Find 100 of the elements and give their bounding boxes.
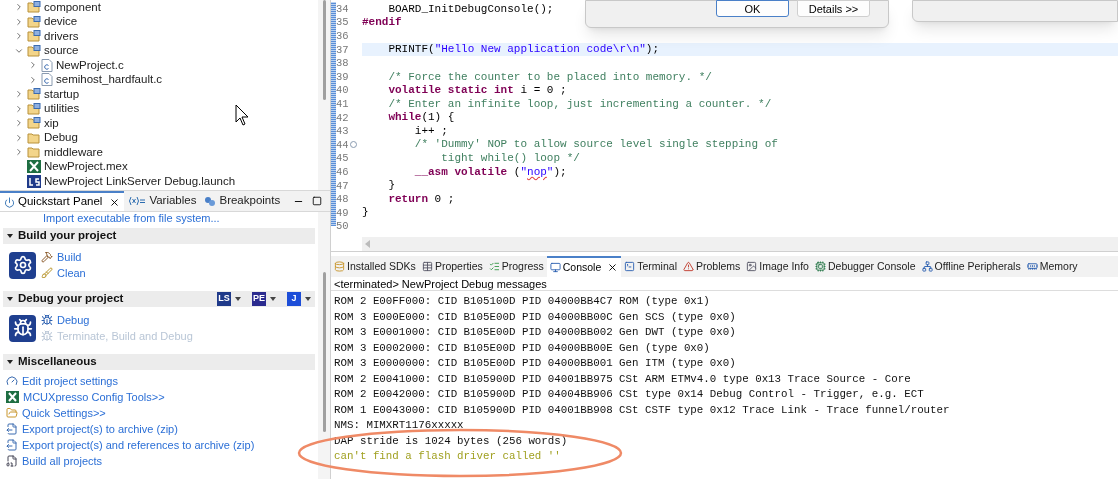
- source-folder-icon: [27, 117, 41, 130]
- monitor-icon: [549, 262, 561, 273]
- quickstart-link[interactable]: Edit project settings: [22, 372, 118, 390]
- collapse-triangle-icon[interactable]: [7, 360, 13, 364]
- console-title: <terminated> NewProject Debug messages: [331, 277, 1118, 291]
- code-line: /* 'Dummy' NOP to allow source level single stepping of: [413, 137, 778, 153]
- quickstart-link[interactable]: Clean: [57, 264, 86, 282]
- dropdown-caret-icon[interactable]: [305, 297, 311, 301]
- ok-button[interactable]: OK: [716, 0, 789, 17]
- view-tab[interactable]: Image Info: [743, 256, 812, 277]
- console-line: NMS: MIMXRT1176xxxxx: [334, 418, 465, 433]
- probe-button[interactable]: J: [287, 292, 301, 306]
- code-line: tight while() loop */: [440, 151, 580, 167]
- code-line: i++ ;: [413, 123, 448, 139]
- view-tab[interactable]: Debugger Console: [811, 256, 919, 277]
- line-number: 34: [336, 2, 349, 15]
- quickstart-link[interactable]: Export project(s) and references to archive (zip): [22, 436, 255, 454]
- code-line: __asm volatile ("nop");: [413, 164, 567, 180]
- probe-button[interactable]: PE: [252, 292, 266, 306]
- line-number: 36: [336, 30, 349, 42]
- tree-item-label[interactable]: component: [44, 0, 101, 16]
- line-number: 41: [336, 97, 349, 110]
- export-icon: [6, 439, 18, 451]
- view-tab[interactable]: Console: [546, 256, 622, 277]
- console-line: can't find a flash driver called '': [334, 449, 562, 464]
- source-folder-icon: [27, 1, 41, 14]
- code-line: }: [362, 205, 369, 221]
- close-icon[interactable]: [607, 262, 619, 273]
- database-icon: [334, 261, 345, 272]
- line-number: 45: [336, 152, 349, 165]
- scrollbar-thumb[interactable]: [322, 0, 326, 100]
- close-icon[interactable]: [109, 196, 121, 208]
- line-number: 42: [336, 111, 349, 124]
- scroll-left-arrow-icon[interactable]: [365, 240, 370, 248]
- export-icon: [6, 423, 18, 435]
- gauge-icon: [6, 375, 18, 387]
- source-folder-icon: [27, 44, 41, 57]
- c-file-icon: [41, 73, 53, 87]
- code-line: BOARD_InitDebugConsole();: [387, 1, 554, 17]
- dropdown-caret-icon[interactable]: [270, 297, 276, 301]
- console-line: ROM 2 E0041000: CID B105900D PID 04001BB975 CSt ARM ETMv4.0 type 0x13 Trace Source - Core: [334, 371, 912, 387]
- expand-chevron-icon[interactable]: [14, 89, 24, 100]
- line-number: 49: [336, 206, 349, 219]
- quickstart-link[interactable]: Debug: [57, 311, 90, 329]
- view-tab[interactable]: Terminal: [621, 256, 680, 277]
- expand-chevron-icon[interactable]: [14, 16, 24, 27]
- quickstart-link[interactable]: Quick Settings>>: [22, 404, 106, 422]
- expand-chevron-icon[interactable]: [14, 132, 24, 143]
- code-line: return 0 ;: [387, 191, 455, 207]
- view-tab[interactable]: Offline Peripherals: [918, 256, 1024, 277]
- console-line: ROM 3 E0000000: CID B105E00D PID 04000BB001 Gen ITM (type 0x0): [334, 356, 737, 371]
- section-title: Debug your project: [18, 291, 124, 307]
- image-icon: [746, 261, 758, 272]
- line-number: 37: [336, 43, 349, 56]
- line-number: 44: [336, 138, 349, 151]
- line-number: 46: [336, 165, 349, 178]
- view-tab[interactable]: Properties: [418, 256, 486, 277]
- code-line: /* Enter an infinite loop, just incrementing a counter. */: [387, 96, 772, 112]
- import-link[interactable]: Import executable from file system...: [43, 212, 220, 225]
- bug-icon: [9, 314, 36, 342]
- panel-tab[interactable]: Breakpoints: [200, 191, 285, 211]
- panel-tab[interactable]: Variables: [124, 191, 201, 211]
- quickstart-link[interactable]: Build all projects: [22, 452, 103, 470]
- expand-chevron-icon[interactable]: [14, 118, 24, 129]
- expand-chevron-icon[interactable]: [14, 31, 24, 42]
- code-line: PRINTF("Hello New application code\r\n");: [387, 42, 660, 58]
- expand-chevron-icon[interactable]: [14, 147, 24, 158]
- table-icon: [421, 261, 433, 272]
- quickstart-link[interactable]: Export project(s) to archive (zip): [22, 420, 178, 438]
- line-number: 47: [336, 179, 349, 192]
- view-tab[interactable]: Memory: [1023, 256, 1081, 277]
- folder-icon: [27, 131, 41, 144]
- expand-chevron-icon[interactable]: [28, 74, 38, 85]
- bug-icon: [41, 330, 53, 342]
- view-tab[interactable]: Progress: [485, 256, 547, 277]
- section-title: Build your project: [18, 228, 117, 244]
- line-number: 35: [336, 16, 349, 29]
- line-number: 38: [336, 57, 349, 70]
- view-tab[interactable]: Installed SDKs: [331, 256, 419, 277]
- console-line: ROM 2 E00FF000: CID B105100D PID 04000BB4C7 ROM (type 0x1): [334, 294, 711, 309]
- expand-chevron-icon[interactable]: [28, 60, 38, 71]
- console-line: ROM 3 E0002000: CID B105E00D PID 04000BB00E Gen (type 0x0): [334, 340, 711, 356]
- details-button[interactable]: Details >>: [797, 0, 870, 17]
- source-folder-icon: [27, 15, 41, 28]
- panel-tab[interactable]: Quickstart Panel: [0, 191, 125, 211]
- collapse-triangle-icon[interactable]: [7, 234, 13, 238]
- collapse-triangle-icon[interactable]: [7, 297, 13, 301]
- expand-chevron-icon[interactable]: [14, 2, 24, 13]
- scrollbar-thumb[interactable]: [322, 272, 326, 432]
- quickstart-link[interactable]: Build: [57, 248, 82, 266]
- maximize-icon[interactable]: [312, 196, 322, 206]
- dropdown-caret-icon[interactable]: [235, 297, 241, 301]
- expand-chevron-icon[interactable]: [14, 103, 24, 114]
- probe-button[interactable]: LS: [217, 292, 231, 306]
- view-tab[interactable]: Problems: [679, 256, 744, 277]
- c-file-icon: [41, 58, 53, 72]
- folder-icon: [27, 146, 41, 159]
- broom-icon: [41, 267, 53, 279]
- spreadsheet-x-icon: [27, 160, 41, 174]
- quickstart-link[interactable]: MCUXpresso Config Tools>>: [23, 388, 165, 406]
